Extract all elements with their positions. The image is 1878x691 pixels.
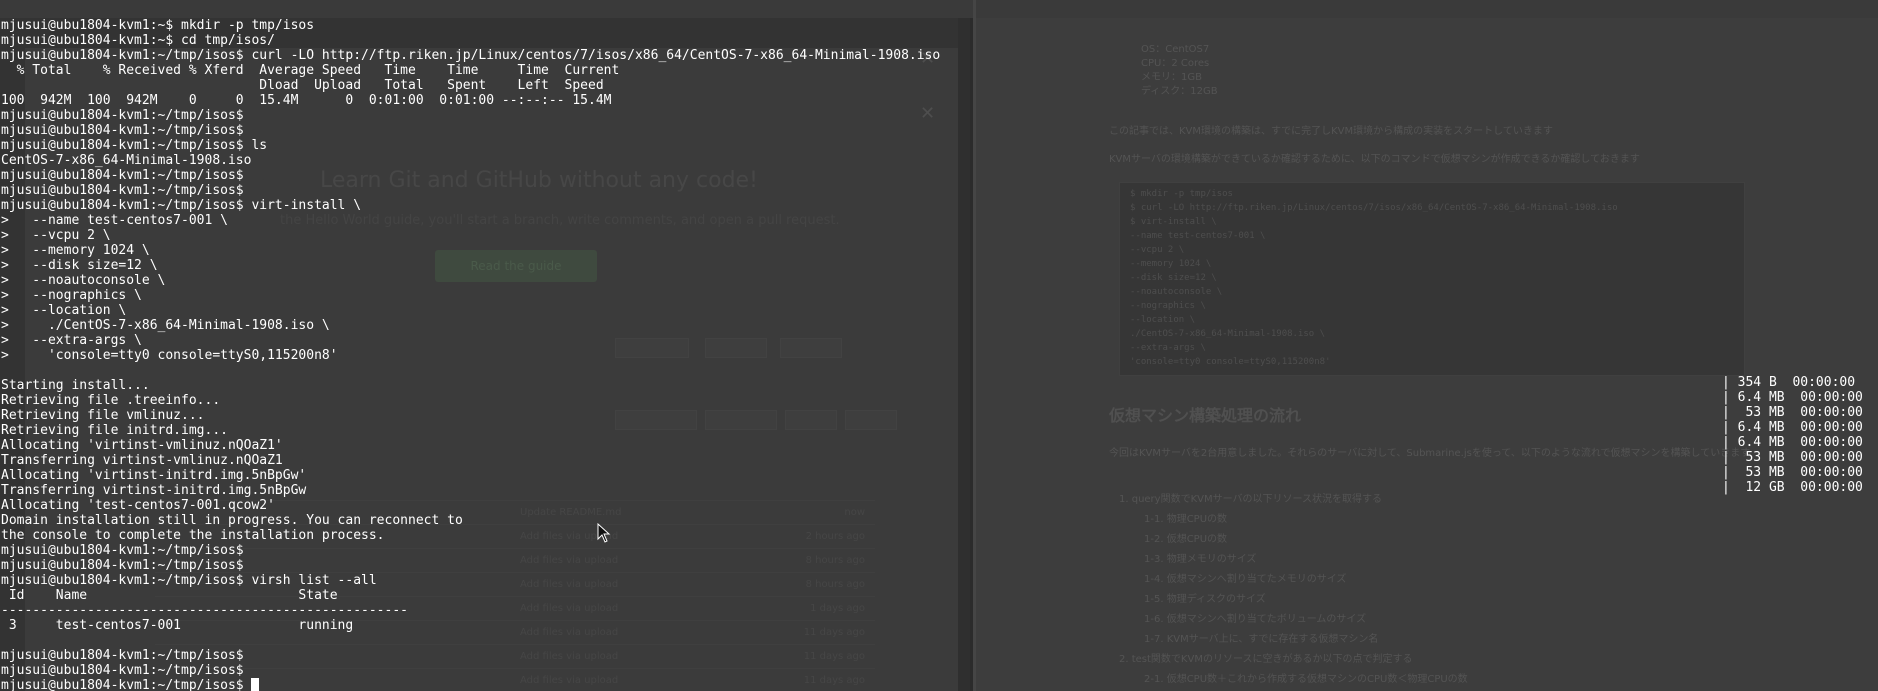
terminal-line: CentOS-7-x86_64-Minimal-1908.iso: [1, 153, 252, 168]
terminal-line: mjusui@ubu1804-kvm1:~/tmp/isos$ virt-ins…: [1, 198, 362, 213]
terminal-line: Domain installation still in progress. Y…: [1, 513, 463, 528]
terminal-line: Transferring virtinst-initrd.img.5nBpGw: [1, 483, 307, 498]
progress-line: | 6.4 MB 00:00:00: [1722, 390, 1863, 405]
terminal-line: mjusui@ubu1804-kvm1:~/tmp/isos$ ls: [1, 138, 268, 153]
code-line: --vcpu 2 \: [1130, 245, 1185, 255]
right-window: OS：CentOS7 CPU：2 Cores メモリ：1GB ディスク：12GB この…: [976, 18, 1878, 691]
terminal-line: > --nographics \: [1, 288, 142, 303]
terminal-line: Allocating 'virtinst-initrd.img.5nBpGw': [1, 468, 307, 483]
left-window: ✕ ✕ Learn Git and GitHub without any cod…: [0, 18, 970, 691]
terminal-line: 3 test-centos7-001 running: [1, 618, 354, 633]
process-step: 1-4. 仮想マシンへ割り当てたメモリのサイズ: [1144, 574, 1347, 585]
terminal-line: > --extra-args \: [1, 333, 142, 348]
terminal-line: mjusui@ubu1804-kvm1:~/tmp/isos$: [1, 663, 244, 678]
terminal-line: ----------------------------------------…: [1, 603, 408, 618]
section-heading: 仮想マシン構築処理の流れ: [1109, 406, 1302, 425]
spec-item: ディスク：12GB: [1141, 86, 1218, 97]
code-line: --extra-args \: [1130, 343, 1206, 353]
progress-line: | 6.4 MB 00:00:00: [1722, 420, 1863, 435]
download-progress-output: | 354 B 00:00:00 | 6.4 MB 00:00:00 | 53 MB…: [1722, 375, 1863, 495]
code-line: --memory 1024 \: [1130, 259, 1212, 269]
code-line: $ mkdir -p tmp/isos: [1130, 189, 1233, 199]
article-note: KVMサーバの環境構築ができているか確認するために、以下のコマンドで仮想マシンが…: [1109, 154, 1640, 165]
prompt-text: mjusui@ubu1804-kvm1:~/tmp/isos$: [1, 678, 252, 691]
terminal-line: mjusui@ubu1804-kvm1:~/tmp/isos$: [1, 108, 244, 123]
progress-line: | 6.4 MB 00:00:00: [1722, 435, 1863, 450]
terminal-line: Retrieving file vmlinuz...: [1, 408, 205, 423]
terminal-line: Retrieving file initrd.img...: [1, 423, 228, 438]
terminal-line: > --noautoconsole \: [1, 273, 166, 288]
terminal-line: mjusui@ubu1804-kvm1:~$ mkdir -p tmp/isos: [1, 18, 315, 33]
process-step: 1-2. 仮想CPUの数: [1144, 534, 1228, 545]
terminal-line: > --name test-centos7-001 \: [1, 213, 228, 228]
terminal-line: mjusui@ubu1804-kvm1:~/tmp/isos$: [1, 543, 244, 558]
process-step: 1-1. 物理CPUの数: [1144, 514, 1228, 525]
terminal-line: Transferring virtinst-vmlinuz.nQOaZ1: [1, 453, 283, 468]
process-step: 1-3. 物理メモリのサイズ: [1144, 554, 1257, 565]
spec-item: メモリ：1GB: [1141, 72, 1202, 83]
terminal-line: Starting install...: [1, 378, 150, 393]
terminal-line: Dload Upload Total Spent Left Speed: [1, 78, 604, 93]
code-line: 'console=tty0 console=ttyS0,115200n8': [1130, 357, 1331, 367]
code-line: --name test-centos7-001 \: [1130, 231, 1266, 241]
process-step: 1-6. 仮想マシンへ割り当てたボリュームのサイズ: [1144, 614, 1367, 625]
left-scrollbar[interactable]: [958, 18, 970, 691]
pane-divider[interactable]: [973, 0, 976, 691]
progress-line: | 53 MB 00:00:00: [1722, 405, 1863, 420]
process-step: 1-5. 物理ディスクのサイズ: [1144, 594, 1266, 605]
code-line: --disk size=12 \: [1130, 273, 1217, 283]
terminal-line: > --location \: [1, 303, 127, 318]
terminal-line: Retrieving file .treeinfo...: [1, 393, 221, 408]
code-line: --nographics \: [1130, 301, 1206, 311]
terminal-line: mjusui@ubu1804-kvm1:~/tmp/isos$: [1, 168, 244, 183]
terminal-line: mjusui@ubu1804-kvm1:~/tmp/isos$: [1, 123, 244, 138]
process-list: 1. query関数でKVMサーバの以下リソース状況を取得する 1-1. 物理CP…: [1119, 490, 1556, 691]
terminal-line: mjusui@ubu1804-kvm1:~/tmp/isos$: [1, 183, 244, 198]
progress-line: | 53 MB 00:00:00: [1722, 465, 1863, 480]
terminal-current-prompt[interactable]: mjusui@ubu1804-kvm1:~/tmp/isos$: [1, 678, 940, 691]
terminal-line: > --disk size=12 \: [1, 258, 158, 273]
code-line: ./CentOS-7-x86_64-Minimal-1908.iso \: [1130, 329, 1326, 339]
terminal-line: the console to complete the installation…: [1, 528, 385, 543]
terminal-line: > ./CentOS-7-x86_64-Minimal-1908.iso \: [1, 318, 330, 333]
terminal-line: Allocating 'virtinst-vmlinuz.nQOaZ1': [1, 438, 283, 453]
terminal-line: % Total % Received % Xferd Average Speed…: [1, 63, 620, 78]
top-panel: [0, 0, 1878, 18]
terminal-line: mjusui@ubu1804-kvm1:~/tmp/isos$: [1, 558, 244, 573]
progress-line: | 354 B 00:00:00: [1722, 375, 1856, 390]
terminal-line: > --vcpu 2 \: [1, 228, 111, 243]
code-block: $ mkdir -p tmp/isos $ curl -LO http://ftp…: [1119, 182, 1745, 376]
spec-item: CPU：2 Cores: [1141, 58, 1210, 69]
terminal-line: 100 942M 100 942M 0 0 15.4M 0 0:01:00 0:…: [1, 93, 612, 108]
terminal-line: mjusui@ubu1804-kvm1:~/tmp/isos$: [1, 648, 244, 663]
mouse-pointer-icon: [597, 523, 611, 543]
terminal-line: mjusui@ubu1804-kvm1:~$ cd tmp/isos/: [1, 33, 275, 48]
process-step: 1. query関数でKVMサーバの以下リソース状況を取得する: [1119, 494, 1383, 505]
progress-line: | 53 MB 00:00:00: [1722, 450, 1863, 465]
code-line: $ curl -LO http://ftp.riken.jp/Linux/cen…: [1130, 203, 1618, 213]
text-cursor: [251, 678, 260, 691]
process-step: 1-7. KVMサーバ上に、すでに存在する仮想マシン名: [1144, 634, 1379, 645]
terminal-line: Allocating 'test-centos7-001.qcow2': [1, 498, 275, 513]
progress-line: | 12 GB 00:00:00: [1722, 480, 1863, 495]
spec-item: OS：CentOS7: [1141, 44, 1210, 55]
process-step: 2. test関数でKVMのリソースに空きがあるか以下の点で判定する: [1119, 654, 1413, 665]
terminal-line: > --memory 1024 \: [1, 243, 150, 258]
terminal-line: Id Name State: [1, 588, 338, 603]
code-line: --location \: [1130, 315, 1196, 325]
code-line: --noautoconsole \: [1130, 287, 1223, 297]
section-paragraph: 今回はKVMサーバを2台用意しました。それらのサーバに対して、Submarine…: [1109, 448, 1751, 459]
terminal-line: mjusui@ubu1804-kvm1:~/tmp/isos$ curl -LO…: [1, 48, 941, 63]
article-intro: この記事では、KVM環境の構築は、すでに完了しKVM環境から構成の実装をスタート…: [1109, 126, 1553, 137]
terminal-line: mjusui@ubu1804-kvm1:~/tmp/isos$ virsh li…: [1, 573, 377, 588]
terminal-output[interactable]: mjusui@ubu1804-kvm1:~$ mkdir -p tmp/isos…: [1, 18, 940, 691]
process-step: 2-1. 仮想CPU数＋これから作成する仮想マシンのCPU数＜物理CPUの数: [1144, 674, 1468, 685]
terminal-line: > 'console=tty0 console=ttyS0,115200n8': [1, 348, 338, 363]
code-line: $ virt-install \: [1130, 217, 1217, 227]
